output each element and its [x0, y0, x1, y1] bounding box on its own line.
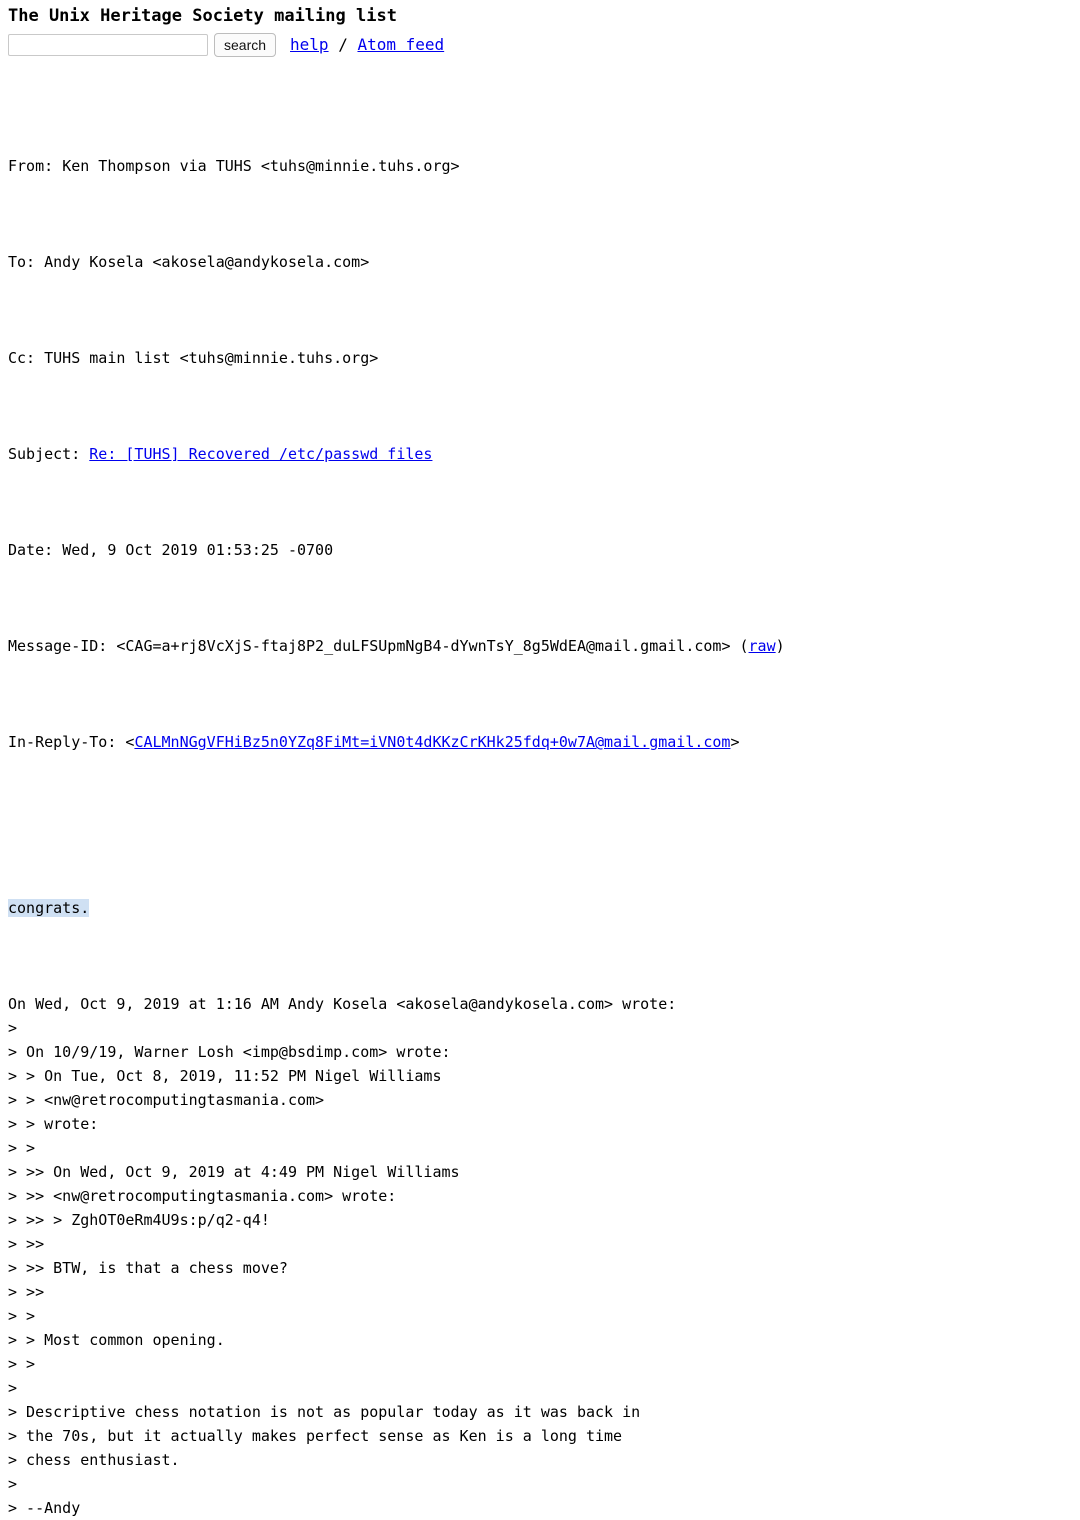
header-cc-value: TUHS main list <tuhs@minnie.tuhs.org>	[44, 349, 379, 367]
body-text-line: congrats.	[8, 896, 1080, 920]
quoted-line: >	[8, 1379, 18, 1397]
header-in-reply-to: In-Reply-To: <CALMnNGgVFHiBz5n0YZq8FiMt=…	[8, 730, 1080, 754]
message-id-close-paren: )	[775, 637, 785, 655]
mail-body: congrats.	[8, 848, 1080, 968]
message-id-label: Message-ID:	[8, 637, 117, 655]
search-bar: search help / Atom feed	[8, 32, 1080, 58]
mail-header-block: From: Ken Thompson via TUHS <tuhs@minnie…	[8, 82, 1080, 826]
quoted-line: > Descriptive chess notation is not as p…	[8, 1403, 641, 1421]
header-links: help / Atom feed	[290, 35, 444, 55]
quoted-line: > >	[8, 1307, 36, 1325]
page-title: The Unix Heritage Society mailing list	[8, 6, 397, 26]
in-reply-to-label: In-Reply-To:	[8, 733, 126, 751]
quoted-line: > > <nw@retrocomputingtasmania.com>	[8, 1091, 325, 1109]
quoted-line: > >	[8, 1139, 36, 1157]
quoted-line: On Wed, Oct 9, 2019 at 1:16 AM Andy Kose…	[8, 995, 677, 1013]
header-to-value: Andy Kosela <akosela@andykosela.com>	[44, 253, 370, 271]
subject-link[interactable]: Re: [TUHS] Recovered /etc/passwd files	[89, 445, 432, 463]
header-to-label: To:	[8, 253, 45, 271]
header-date-label: Date:	[8, 541, 63, 559]
search-button[interactable]: search	[214, 33, 277, 57]
header-message-id: Message-ID: <CAG=a+rj8VcXjS-ftaj8P2_duLF…	[8, 634, 1080, 658]
quoted-line: > >> BTW, is that a chess move?	[8, 1259, 288, 1277]
quoted-line: > >>	[8, 1235, 45, 1253]
in-reply-to-close: >	[730, 733, 740, 751]
quoted-line: > the 70s, but it actually makes perfect…	[8, 1427, 623, 1445]
link-separator: /	[328, 35, 358, 54]
quoted-line: > chess enthusiast.	[8, 1451, 180, 1469]
quoted-line: > --Andy	[8, 1499, 81, 1517]
atom-feed-link[interactable]: Atom feed	[357, 35, 444, 54]
quoted-line: > >> <nw@retrocomputingtasmania.com> wro…	[8, 1187, 397, 1205]
header-subject-label: Subject:	[8, 445, 90, 463]
header-from: From: Ken Thompson via TUHS <tuhs@minnie…	[8, 154, 1080, 178]
header-cc: Cc: TUHS main list <tuhs@minnie.tuhs.org…	[8, 346, 1080, 370]
quoted-line: >	[8, 1019, 18, 1037]
quoted-line: > > Most common opening.	[8, 1331, 225, 1349]
selected-text: congrats.	[8, 899, 90, 917]
header-from-value: Ken Thompson via TUHS <tuhs@minnie.tuhs.…	[62, 157, 460, 175]
quoted-line: > > On Tue, Oct 8, 2019, 11:52 PM Nigel …	[8, 1067, 442, 1085]
quoted-line: > On 10/9/19, Warner Losh <imp@bsdimp.co…	[8, 1043, 451, 1061]
quoted-line: > >> > ZghOT0eRm4U9s:p/q2-q4!	[8, 1211, 270, 1229]
header-date: Date: Wed, 9 Oct 2019 01:53:25 -0700	[8, 538, 1080, 562]
quoted-line: > >	[8, 1355, 36, 1373]
header-from-label: From:	[8, 157, 63, 175]
header-date-value: Wed, 9 Oct 2019 01:53:25 -0700	[62, 541, 334, 559]
quoted-line: > >>	[8, 1283, 45, 1301]
header-to: To: Andy Kosela <akosela@andykosela.com>	[8, 250, 1080, 274]
quoted-line: > >> On Wed, Oct 9, 2019 at 4:49 PM Nige…	[8, 1163, 460, 1181]
header-cc-label: Cc:	[8, 349, 45, 367]
help-link[interactable]: help	[290, 35, 329, 54]
message-id-value: CAG=a+rj8VcXjS-ftaj8P2_duLFSUpmNgB4-dYwn…	[125, 637, 722, 655]
in-reply-to-link[interactable]: CALMnNGgVFHiBz5n0YZq8FiMt=iVN0t4dKKzCrKH…	[134, 733, 730, 751]
search-input[interactable]	[8, 34, 208, 56]
quoted-reply-block: On Wed, Oct 9, 2019 at 1:16 AM Andy Kose…	[8, 992, 1080, 1520]
raw-link[interactable]: raw	[749, 637, 776, 655]
quoted-line: >	[8, 1475, 18, 1493]
mail-archive-page: The Unix Heritage Society mailing list s…	[0, 0, 1080, 1520]
header-subject: Subject: Re: [TUHS] Recovered /etc/passw…	[8, 442, 1080, 466]
message-id-close: > (	[721, 637, 749, 655]
quoted-line: > > wrote:	[8, 1115, 99, 1133]
